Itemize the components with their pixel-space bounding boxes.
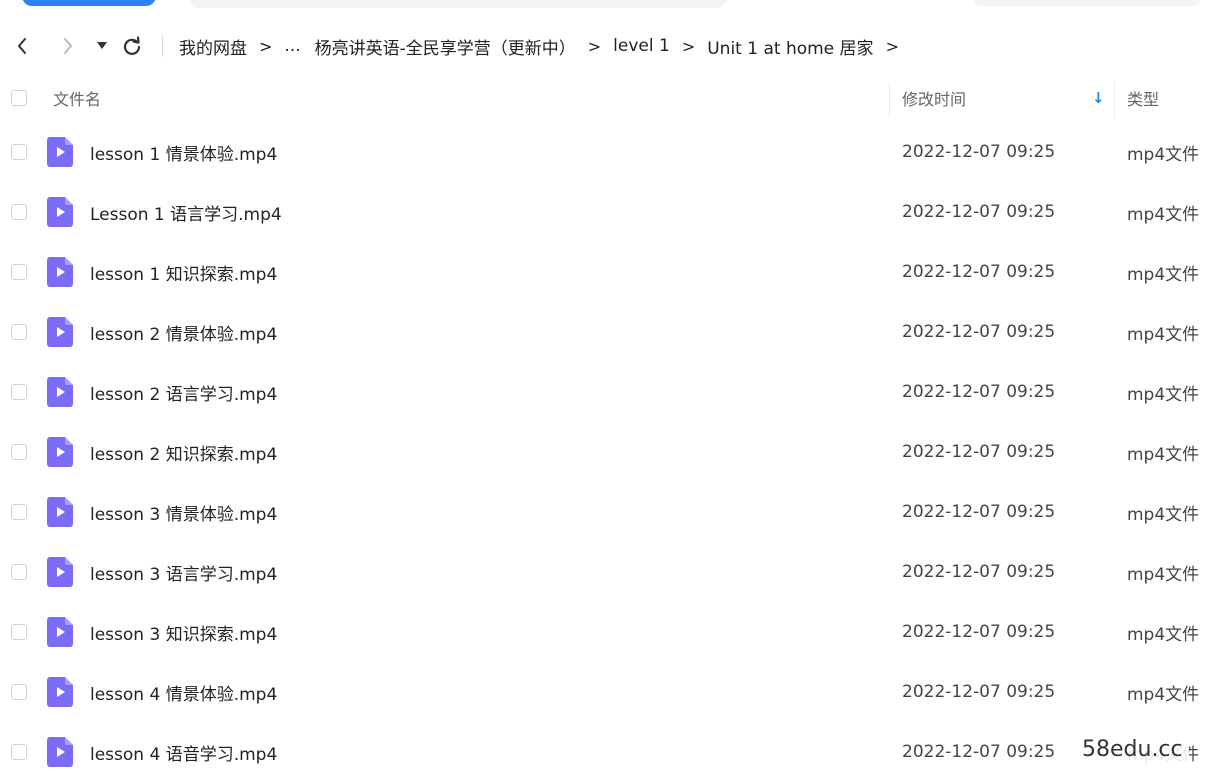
back-button[interactable] — [10, 26, 34, 66]
video-file-icon — [47, 497, 73, 527]
file-type: mp4文件 — [1127, 624, 1200, 645]
breadcrumb: 我的网盘 > ... 杨亮讲英语-全民享学营（更新中） > level 1 > … — [179, 26, 911, 66]
column-divider[interactable] — [889, 82, 890, 118]
file-modified-date: 2022-12-07 09:25 — [902, 262, 1056, 282]
video-file-icon — [47, 197, 73, 227]
table-row[interactable]: lesson 3 语言学习.mp4 2022-12-07 09:25 mp4文件 — [0, 542, 1211, 602]
breadcrumb-separator: > — [587, 36, 602, 56]
file-modified-date: 2022-12-07 09:25 — [902, 202, 1056, 222]
file-modified-date: 2022-12-07 09:25 — [902, 622, 1056, 642]
column-divider[interactable] — [1114, 82, 1115, 118]
table-row[interactable]: lesson 3 知识探索.mp4 2022-12-07 09:25 mp4文件 — [0, 602, 1211, 662]
file-modified-date: 2022-12-07 09:25 — [902, 322, 1056, 342]
sort-arrow-icon[interactable]: ↓ — [1092, 78, 1105, 118]
upload-button[interactable] — [22, 0, 156, 6]
file-modified-date: 2022-12-07 09:25 — [902, 382, 1056, 402]
file-modified-date: 2022-12-07 09:25 — [902, 142, 1056, 162]
row-checkbox[interactable] — [11, 384, 27, 400]
chevron-right-icon — [64, 38, 72, 54]
video-file-icon — [47, 317, 73, 347]
column-header-modified[interactable]: 修改时间 — [902, 78, 966, 118]
file-modified-date: 2022-12-07 09:25 — [902, 742, 1056, 762]
search-input[interactable] — [972, 0, 1202, 6]
file-table-header: 文件名 修改时间 ↓ 类型 — [0, 78, 1211, 118]
row-checkbox[interactable] — [11, 684, 27, 700]
file-type: mp4文件 — [1127, 264, 1200, 285]
file-type: mp4文件 — [1127, 144, 1200, 165]
chevron-left-icon — [18, 38, 26, 54]
select-all-checkbox[interactable] — [11, 90, 27, 106]
table-row[interactable]: lesson 1 知识探索.mp4 2022-12-07 09:25 mp4文件 — [0, 242, 1211, 302]
row-checkbox[interactable] — [11, 324, 27, 340]
refresh-button[interactable] — [120, 26, 144, 66]
column-header-type[interactable]: 类型 — [1127, 78, 1159, 118]
search-bar[interactable] — [188, 0, 728, 8]
breadcrumb-separator: > — [681, 36, 696, 56]
row-checkbox[interactable] — [11, 264, 27, 280]
video-file-icon — [47, 137, 73, 167]
file-name[interactable]: lesson 3 语言学习.mp4 — [90, 542, 277, 602]
table-row[interactable]: lesson 4 语音学习.mp4 2022-12-07 09:25 mp4文件 — [0, 722, 1211, 782]
breadcrumb-separator: > — [259, 36, 273, 56]
file-name[interactable]: lesson 1 情景体验.mp4 — [90, 122, 277, 182]
table-row[interactable]: lesson 2 知识探索.mp4 2022-12-07 09:25 mp4文件 — [0, 422, 1211, 482]
refresh-icon — [123, 36, 141, 55]
caret-down-icon — [97, 42, 107, 49]
file-name[interactable]: Lesson 1 语言学习.mp4 — [90, 182, 282, 242]
table-row[interactable]: lesson 2 语言学习.mp4 2022-12-07 09:25 mp4文件 — [0, 362, 1211, 422]
file-type: mp4文件 — [1127, 504, 1200, 525]
file-name[interactable]: lesson 4 情景体验.mp4 — [90, 662, 277, 722]
navigation-bar: 我的网盘 > ... 杨亮讲英语-全民享学营（更新中） > level 1 > … — [0, 26, 1211, 66]
table-row[interactable]: Lesson 1 语言学习.mp4 2022-12-07 09:25 mp4文件 — [0, 182, 1211, 242]
breadcrumb-course[interactable]: 杨亮讲英语-全民享学营（更新中） — [315, 34, 576, 59]
history-dropdown-button[interactable] — [92, 26, 112, 66]
file-name[interactable]: lesson 3 情景体验.mp4 — [90, 482, 277, 542]
row-checkbox[interactable] — [11, 204, 27, 220]
file-name[interactable]: lesson 2 知识探索.mp4 — [90, 422, 277, 482]
file-name[interactable]: lesson 2 情景体验.mp4 — [90, 302, 277, 362]
file-modified-date: 2022-12-07 09:25 — [902, 502, 1056, 522]
file-modified-date: 2022-12-07 09:25 — [902, 562, 1056, 582]
file-type: mp4文件 — [1127, 564, 1200, 585]
top-toolbar-strip — [0, 0, 1211, 10]
forward-button[interactable] — [56, 26, 80, 66]
video-file-icon — [47, 737, 73, 767]
file-name[interactable]: lesson 2 语言学习.mp4 — [90, 362, 277, 422]
breadcrumb-level[interactable]: level 1 — [613, 36, 670, 56]
file-list: lesson 1 情景体验.mp4 2022-12-07 09:25 mp4文件… — [0, 122, 1211, 782]
column-header-name[interactable]: 文件名 — [53, 78, 101, 118]
file-type: mp4文件 — [1127, 324, 1200, 345]
breadcrumb-ellipsis[interactable]: ... — [284, 36, 300, 56]
table-row[interactable]: lesson 3 情景体验.mp4 2022-12-07 09:25 mp4文件 — [0, 482, 1211, 542]
nav-divider — [162, 35, 163, 57]
row-checkbox[interactable] — [11, 504, 27, 520]
table-row[interactable]: lesson 1 情景体验.mp4 2022-12-07 09:25 mp4文件 — [0, 122, 1211, 182]
file-type: mp4文件 — [1127, 204, 1200, 225]
file-modified-date: 2022-12-07 09:25 — [902, 442, 1056, 462]
table-row[interactable]: lesson 2 情景体验.mp4 2022-12-07 09:25 mp4文件 — [0, 302, 1211, 362]
video-file-icon — [47, 377, 73, 407]
table-row[interactable]: lesson 4 情景体验.mp4 2022-12-07 09:25 mp4文件 — [0, 662, 1211, 722]
breadcrumb-root[interactable]: 我的网盘 — [179, 34, 247, 59]
video-file-icon — [47, 677, 73, 707]
file-modified-date: 2022-12-07 09:25 — [902, 682, 1056, 702]
video-file-icon — [47, 617, 73, 647]
row-checkbox[interactable] — [11, 564, 27, 580]
watermark: 58edu.cc — [1076, 734, 1189, 764]
row-checkbox[interactable] — [11, 144, 27, 160]
video-file-icon — [47, 437, 73, 467]
row-checkbox[interactable] — [11, 624, 27, 640]
file-type: mp4文件 — [1127, 444, 1200, 465]
file-name[interactable]: lesson 1 知识探索.mp4 — [90, 242, 277, 302]
video-file-icon — [47, 257, 73, 287]
file-name[interactable]: lesson 4 语音学习.mp4 — [90, 722, 277, 782]
breadcrumb-separator: > — [885, 36, 899, 56]
row-checkbox[interactable] — [11, 744, 27, 760]
breadcrumb-unit[interactable]: Unit 1 at home 居家 — [707, 34, 873, 59]
row-checkbox[interactable] — [11, 444, 27, 460]
video-file-icon — [47, 557, 73, 587]
file-type: mp4文件 — [1127, 384, 1200, 405]
file-name[interactable]: lesson 3 知识探索.mp4 — [90, 602, 277, 662]
file-type: mp4文件 — [1127, 684, 1200, 705]
